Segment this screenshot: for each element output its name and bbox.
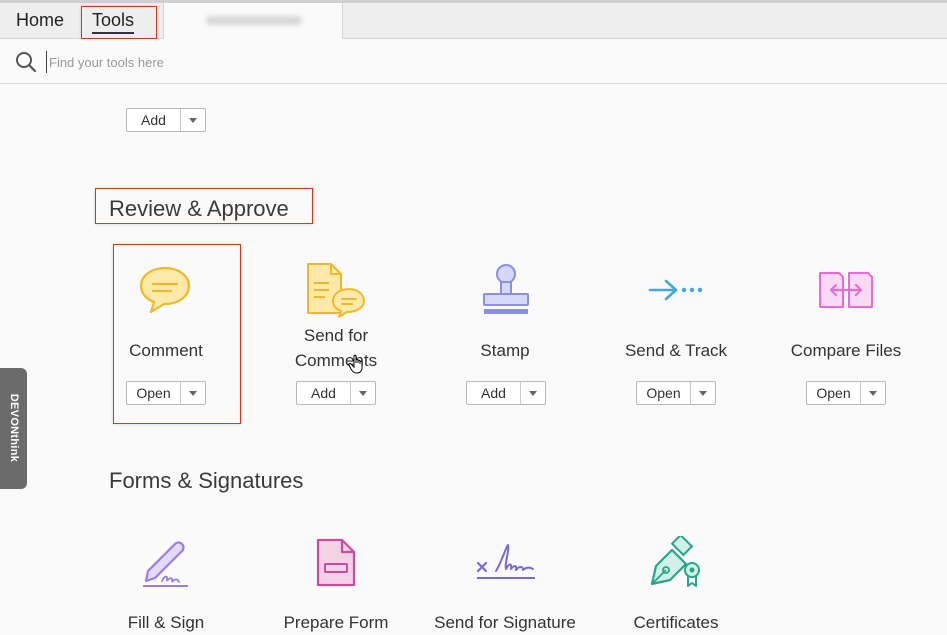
- search-icon[interactable]: [14, 50, 38, 74]
- section-title-forms-signatures: Forms & Signatures: [109, 468, 304, 493]
- chevron-down-icon[interactable]: [521, 382, 545, 404]
- chevron-down-icon[interactable]: [861, 382, 885, 404]
- search-input[interactable]: [46, 51, 451, 73]
- tool-label-prepare-form: Prepare Form: [283, 613, 389, 632]
- top-tool-add-button[interactable]: Add: [126, 108, 206, 132]
- compare-files-open-button[interactable]: Open: [806, 381, 886, 405]
- compare-files-open-label[interactable]: Open: [807, 382, 861, 404]
- certificates-icon[interactable]: [646, 536, 706, 590]
- stamp-add-label[interactable]: Add: [467, 382, 521, 404]
- stamp-add-button[interactable]: Add: [466, 381, 546, 405]
- search-bar: [0, 39, 947, 84]
- document-tab-title-blurred: [206, 16, 302, 25]
- chevron-down-icon[interactable]: [691, 382, 715, 404]
- tool-label-line1: Send for: [303, 326, 369, 345]
- tool-label-stamp: Stamp: [480, 341, 530, 360]
- send-for-comments-icon[interactable]: [305, 261, 367, 319]
- tool-label-send-for-signature: Send for Signature: [434, 613, 576, 632]
- devonthink-side-tab[interactable]: DEVONthink: [0, 368, 27, 489]
- send-track-icon[interactable]: [648, 278, 706, 302]
- stamp-icon[interactable]: [480, 262, 532, 318]
- prepare-form-icon[interactable]: [314, 537, 358, 589]
- hand-cursor-icon: [348, 354, 363, 374]
- tool-label-line2: Comments: [294, 351, 378, 370]
- send-track-open-label[interactable]: Open: [637, 382, 691, 404]
- tab-home[interactable]: Home: [16, 3, 64, 39]
- send-track-open-button[interactable]: Open: [636, 381, 716, 405]
- compare-files-icon[interactable]: [817, 268, 875, 312]
- tool-label-fill-sign: Fill & Sign: [127, 613, 205, 632]
- top-tool-add-label[interactable]: Add: [127, 109, 181, 131]
- chevron-down-icon[interactable]: [351, 382, 375, 404]
- send-for-comments-add-label[interactable]: Add: [297, 382, 351, 404]
- highlight-box-review-title: [95, 188, 313, 224]
- tab-document[interactable]: [163, 3, 343, 39]
- devonthink-label: DEVONthink: [8, 393, 20, 463]
- fill-sign-icon[interactable]: [140, 537, 190, 589]
- tool-label-compare-files: Compare Files: [790, 341, 902, 360]
- highlight-box-comment-tool: [113, 244, 241, 424]
- chevron-down-icon[interactable]: [181, 109, 205, 131]
- tool-label-send-track: Send & Track: [624, 341, 728, 360]
- send-for-comments-add-button[interactable]: Add: [296, 381, 376, 405]
- send-for-signature-icon[interactable]: [474, 541, 538, 583]
- tool-label-send-for-comments: Send for Comments: [261, 323, 411, 373]
- highlight-box-tools-tab: [81, 6, 157, 39]
- tool-label-certificates: Certificates: [633, 613, 719, 632]
